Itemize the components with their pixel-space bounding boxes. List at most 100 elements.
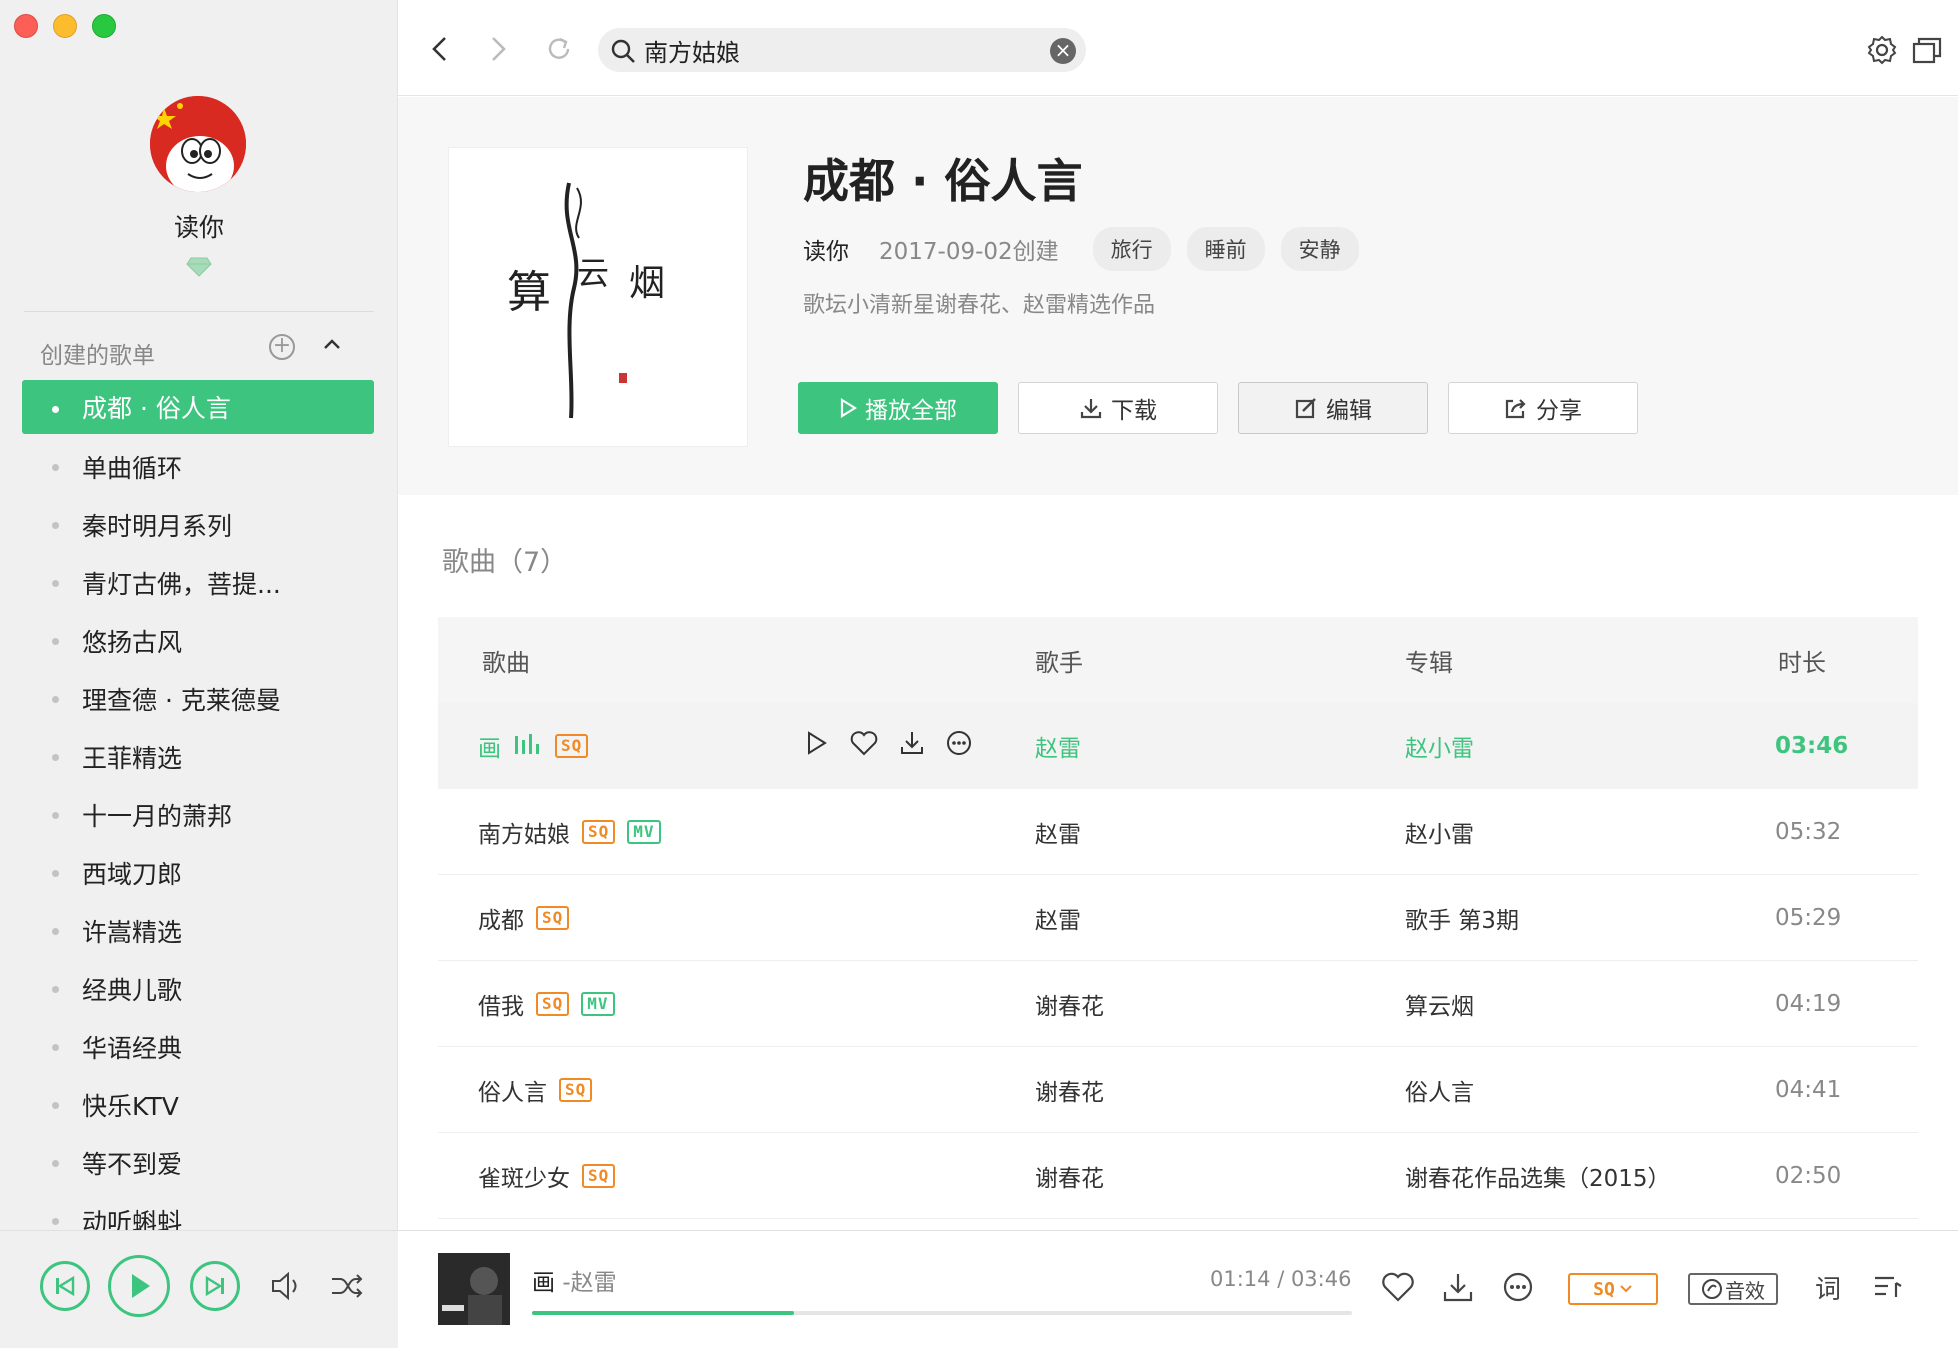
song-album[interactable]: 俗人言 — [1405, 1073, 1474, 1107]
more-icon[interactable] — [1502, 1271, 1534, 1307]
gear-icon[interactable] — [1866, 34, 1898, 70]
forward-icon[interactable] — [486, 34, 510, 68]
add-playlist-icon[interactable]: + — [269, 334, 295, 360]
song-album[interactable]: 算云烟 — [1405, 987, 1474, 1021]
header-album[interactable]: 专辑 — [1405, 643, 1453, 678]
playlist-title: 成都 · 俗人言 — [803, 154, 1083, 208]
next-button[interactable] — [190, 1261, 240, 1311]
close-window-button[interactable] — [14, 14, 38, 38]
player-bar: 画 -赵雷 01:14 / 03:46 SQ 音效 词 — [0, 1230, 1958, 1348]
created-playlists-header: 创建的歌单 + — [40, 334, 342, 370]
sidebar-item-playlist[interactable]: 王菲精选 — [22, 728, 374, 786]
refresh-icon[interactable] — [544, 34, 574, 68]
song-artist[interactable]: 谢春花 — [1035, 987, 1104, 1021]
header-song[interactable]: 歌曲 — [482, 643, 530, 678]
shuffle-icon[interactable] — [330, 1273, 364, 1303]
sidebar-item-playlist[interactable]: 西域刀郎 — [22, 844, 374, 902]
progress-bar[interactable] — [532, 1311, 1352, 1315]
table-row[interactable]: 俗人言 SQ 谢春花 俗人言 04:41 — [438, 1047, 1918, 1133]
sidebar-item-playlist[interactable]: 秦时明月系列 — [22, 496, 374, 554]
sidebar-item-playlist[interactable]: 快乐KTV — [22, 1076, 374, 1134]
sound-effect-button[interactable]: 音效 — [1688, 1273, 1778, 1305]
more-icon[interactable] — [945, 729, 973, 763]
table-row[interactable]: 雀斑少女 SQ 谢春花 谢春花作品选集（2015） 02:50 — [438, 1133, 1918, 1219]
play-all-button[interactable]: 播放全部 — [798, 382, 998, 434]
song-artist[interactable]: 赵雷 — [1035, 901, 1081, 935]
playlist-list: 成都 · 俗人言 单曲循环 秦时明月系列 青灯古佛，菩提... 悠扬古风 理查德… — [22, 380, 374, 1230]
play-button[interactable] — [108, 1255, 170, 1317]
download-icon[interactable] — [899, 730, 925, 762]
creator-name[interactable]: 读你 — [803, 232, 849, 266]
clear-search-icon[interactable]: × — [1050, 38, 1076, 64]
sidebar-item-playlist[interactable]: 悠扬古风 — [22, 612, 374, 670]
sidebar-item-playlist[interactable]: 成都 · 俗人言 — [22, 380, 374, 434]
sidebar-item-label: 理查德 · 克莱德曼 — [82, 686, 281, 715]
header-duration[interactable]: 时长 — [1778, 643, 1826, 678]
now-playing-cover[interactable] — [438, 1253, 510, 1325]
playlist-cover[interactable]: 算 云 烟 — [448, 147, 748, 447]
mv-badge[interactable]: MV — [627, 819, 661, 844]
search-bar[interactable]: × — [598, 28, 1086, 72]
song-table: 歌曲 歌手 专辑 时长 画 SQ 赵雷 赵小雷 03:46 南方姑娘 SQ MV… — [438, 617, 1918, 1219]
sidebar-item-playlist[interactable]: 单曲循环 — [22, 438, 374, 496]
playlist-queue-icon[interactable] — [1872, 1271, 1904, 1305]
chevron-up-icon[interactable] — [322, 336, 342, 355]
sidebar-item-playlist[interactable]: 许嵩精选 — [22, 902, 374, 960]
tag-travel[interactable]: 旅行 — [1092, 227, 1171, 271]
header-artist[interactable]: 歌手 — [1035, 643, 1083, 678]
song-album[interactable]: 歌手 第3期 — [1405, 901, 1519, 935]
song-album[interactable]: 谢春花作品选集（2015） — [1405, 1159, 1671, 1193]
song-artist[interactable]: 谢春花 — [1035, 1159, 1104, 1193]
play-icon[interactable] — [803, 730, 829, 762]
song-title[interactable]: 成都 — [478, 901, 524, 935]
tag-quiet[interactable]: 安静 — [1280, 227, 1359, 271]
mv-badge[interactable]: MV — [581, 991, 615, 1016]
search-input[interactable] — [644, 34, 1024, 66]
now-playing-title: 画 — [532, 1270, 555, 1296]
song-artist[interactable]: 赵雷 — [1035, 729, 1081, 763]
download-icon[interactable] — [1442, 1271, 1474, 1307]
sidebar-item-playlist[interactable]: 动听蝌蚪 — [22, 1192, 374, 1230]
song-title[interactable]: 雀斑少女 — [478, 1159, 570, 1193]
previous-button[interactable] — [40, 1261, 90, 1311]
maximize-window-button[interactable] — [92, 14, 116, 38]
volume-icon[interactable] — [270, 1271, 302, 1305]
song-title[interactable]: 南方姑娘 — [478, 815, 570, 849]
song-album[interactable]: 赵小雷 — [1405, 729, 1474, 763]
heart-icon[interactable] — [849, 730, 879, 762]
sidebar-item-playlist[interactable]: 等不到爱 — [22, 1134, 374, 1192]
table-row-playing[interactable]: 画 SQ 赵雷 赵小雷 03:46 — [438, 703, 1918, 789]
minimize-window-button[interactable] — [53, 14, 77, 38]
playlist-actions: 播放全部 下载 编辑 分享 — [798, 382, 1638, 434]
sidebar-item-playlist[interactable]: 华语经典 — [22, 1018, 374, 1076]
back-icon[interactable] — [428, 34, 452, 68]
song-artist[interactable]: 赵雷 — [1035, 815, 1081, 849]
tag-sleep[interactable]: 睡前 — [1186, 227, 1265, 271]
table-row[interactable]: 南方姑娘 SQ MV 赵雷 赵小雷 05:32 — [438, 789, 1918, 875]
avatar-image — [150, 96, 246, 192]
avatar[interactable] — [150, 96, 246, 192]
edit-label: 编辑 — [1326, 398, 1372, 424]
now-playing-info[interactable]: 画 -赵雷 — [532, 1263, 617, 1297]
song-title[interactable]: 借我 — [478, 987, 524, 1021]
song-artist[interactable]: 谢春花 — [1035, 1073, 1104, 1107]
quality-select[interactable]: SQ — [1568, 1273, 1658, 1305]
download-button[interactable]: 下载 — [1018, 382, 1218, 434]
sidebar-item-playlist[interactable]: 理查德 · 克莱德曼 — [22, 670, 374, 728]
mini-mode-icon[interactable] — [1912, 36, 1942, 68]
sidebar-item-playlist[interactable]: 十一月的萧邦 — [22, 786, 374, 844]
share-button[interactable]: 分享 — [1448, 382, 1638, 434]
table-row[interactable]: 借我 SQ MV 谢春花 算云烟 04:19 — [438, 961, 1918, 1047]
vip-diamond-icon[interactable] — [186, 257, 212, 281]
edit-button[interactable]: 编辑 — [1238, 382, 1428, 434]
song-album[interactable]: 赵小雷 — [1405, 815, 1474, 849]
username[interactable]: 读你 — [0, 208, 397, 244]
lyrics-button[interactable]: 词 — [1815, 1269, 1841, 1306]
heart-icon[interactable] — [1380, 1271, 1416, 1307]
song-title[interactable]: 画 — [478, 729, 501, 763]
play-all-label: 播放全部 — [865, 398, 957, 424]
song-title[interactable]: 俗人言 — [478, 1073, 547, 1107]
sidebar-item-playlist[interactable]: 青灯古佛，菩提... — [22, 554, 374, 612]
sidebar-item-playlist[interactable]: 经典儿歌 — [22, 960, 374, 1018]
table-row[interactable]: 成都 SQ 赵雷 歌手 第3期 05:29 — [438, 875, 1918, 961]
